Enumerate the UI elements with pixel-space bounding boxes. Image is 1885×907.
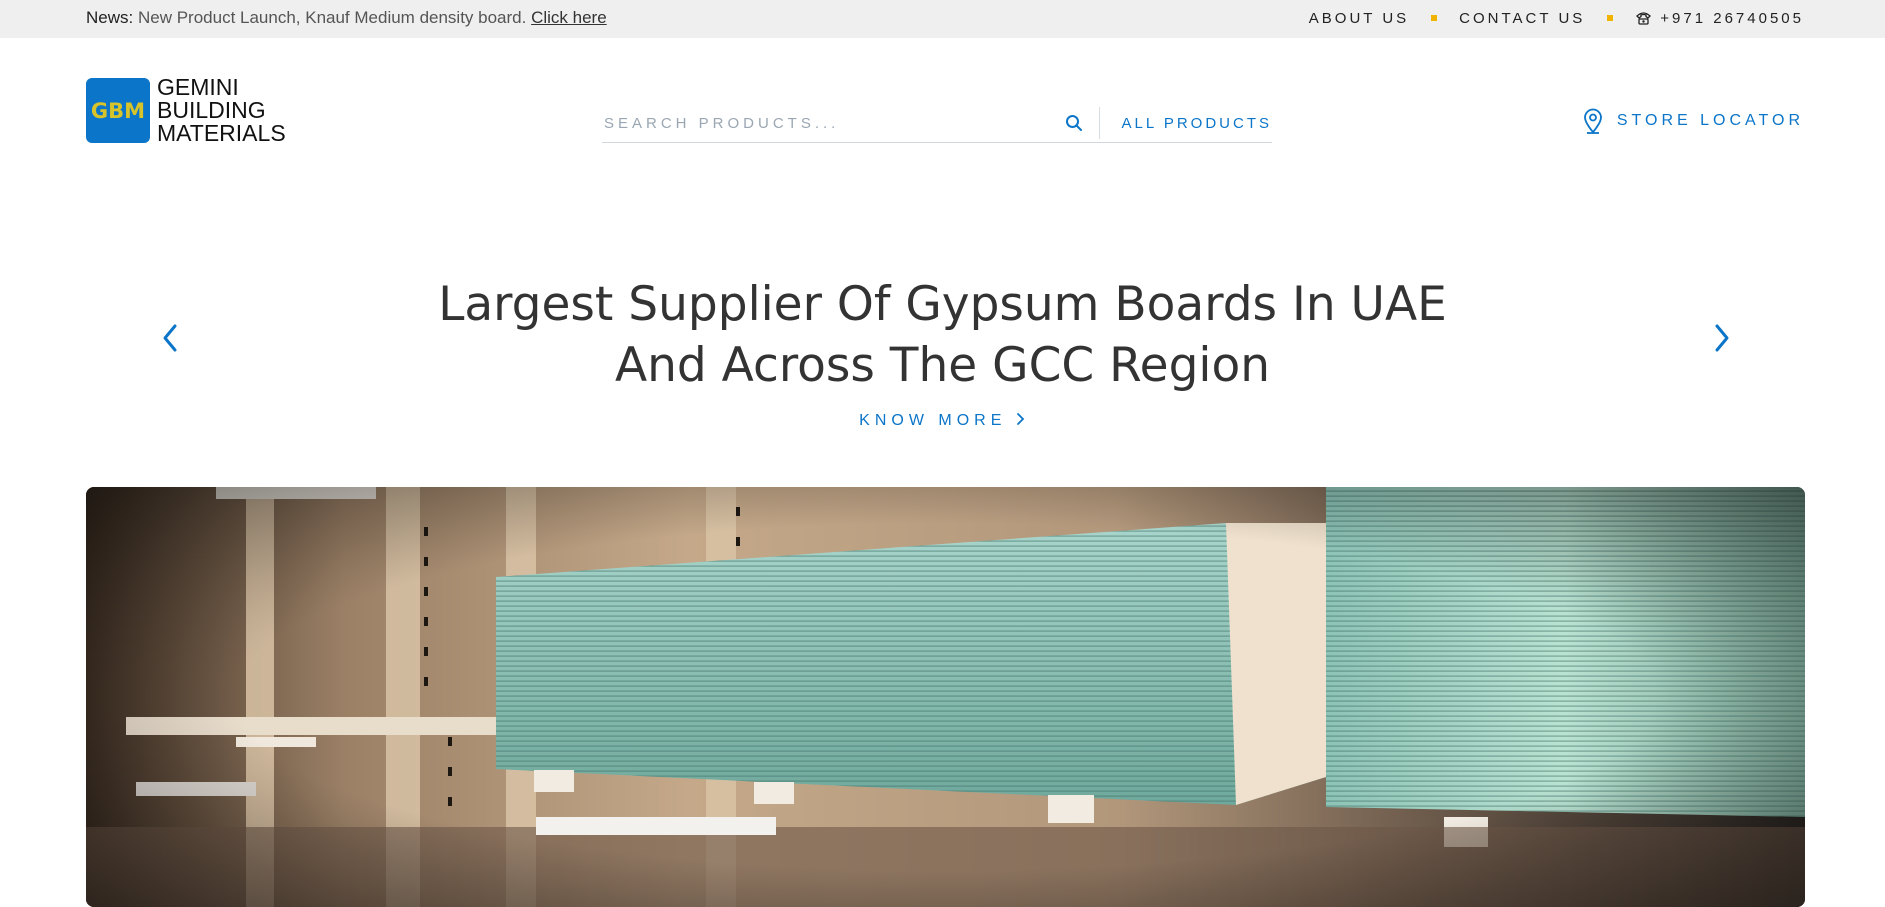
search-icon: [1065, 115, 1082, 131]
search-input[interactable]: [602, 107, 1059, 139]
chevron-left-icon: [163, 324, 177, 352]
location-pin-icon: [1583, 108, 1602, 134]
carousel-next-button[interactable]: [1702, 318, 1742, 358]
phone-icon: [1636, 12, 1652, 25]
logo-line: MATERIALS: [157, 120, 286, 146]
know-more-link[interactable]: KNOW MORE: [859, 412, 1026, 429]
search-button[interactable]: [1059, 108, 1089, 138]
logo-line: BUILDING: [157, 97, 266, 123]
know-more-label: KNOW MORE: [859, 412, 1007, 429]
logo-badge: GBM: [86, 78, 150, 143]
news-link[interactable]: Click here: [531, 8, 607, 27]
chevron-right-icon: [1715, 324, 1729, 352]
store-locator-link[interactable]: STORE LOCATOR: [1583, 108, 1804, 134]
logo-wordmark: GEMINI BUILDING MATERIALS: [157, 76, 286, 145]
top-bar: News: New Product Launch, Knauf Medium d…: [0, 0, 1885, 38]
top-nav: ABOUT US CONTACT US +971 26740505: [1309, 0, 1804, 36]
hero-title-line: And Across The GCC Region: [614, 338, 1271, 393]
about-us-link[interactable]: ABOUT US: [1309, 10, 1409, 27]
logo[interactable]: GBM GEMINI BUILDING MATERIALS: [86, 76, 286, 145]
hero-image: [86, 487, 1805, 907]
news-ticker: News: New Product Launch, Knauf Medium d…: [86, 0, 607, 36]
contact-us-link[interactable]: CONTACT US: [1459, 10, 1585, 27]
carousel-prev-button[interactable]: [150, 318, 190, 358]
store-locator-label: STORE LOCATOR: [1616, 112, 1804, 129]
know-more-container: KNOW MORE: [0, 412, 1885, 430]
search-bar: ALL PRODUCTS: [602, 104, 1272, 143]
news-label: News:: [86, 8, 134, 27]
phone-link[interactable]: +971 26740505: [1635, 10, 1804, 27]
chevron-right-icon: [1016, 413, 1025, 425]
separator-dot: [1607, 15, 1614, 21]
search-divider: [1098, 107, 1100, 139]
logo-line: GEMINI: [157, 74, 239, 100]
separator-dot: [1431, 15, 1438, 21]
hero-title: Largest Supplier Of Gypsum Boards In UAE…: [360, 274, 1525, 396]
news-text: New Product Launch, Knauf Medium density…: [137, 8, 527, 27]
all-products-link[interactable]: ALL PRODUCTS: [1122, 115, 1272, 132]
hero-title-line: Largest Supplier Of Gypsum Boards In UAE: [438, 277, 1447, 332]
phone-number: +971 26740505: [1660, 9, 1804, 27]
